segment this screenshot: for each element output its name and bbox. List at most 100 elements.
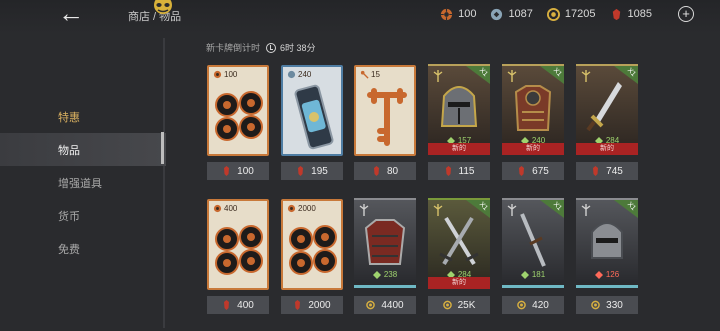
steel-pack-card[interactable]: 400 bbox=[207, 199, 269, 290]
helmet-icon bbox=[591, 222, 623, 259]
card-quantity: 400 bbox=[213, 204, 237, 213]
ruby-icon bbox=[295, 300, 301, 310]
price-value: 195 bbox=[311, 165, 328, 177]
sidebar-item-boosts[interactable]: 增强道具 bbox=[0, 166, 166, 199]
chest-armor-hero-card[interactable]: 238 bbox=[354, 198, 416, 282]
currency-gold: 17205 bbox=[546, 7, 596, 21]
greatsword-hero-card[interactable]: X1 181 bbox=[502, 198, 564, 282]
price-button[interactable]: 420 bbox=[502, 296, 564, 314]
ruby-icon bbox=[593, 166, 599, 176]
top-bar: ← 商店 / 物品 100 1087 17205 1085 + bbox=[0, 0, 720, 34]
helmet-icon bbox=[440, 86, 478, 127]
price-button[interactable]: 195 bbox=[281, 162, 343, 180]
progress-bar bbox=[502, 285, 564, 288]
price-value: 400 bbox=[237, 299, 254, 311]
price-value: 115 bbox=[458, 165, 475, 177]
currency-steel: 100 bbox=[440, 8, 476, 21]
currency-bar: 100 1087 17205 1085 + bbox=[430, 6, 694, 22]
currency-steel-value: 100 bbox=[458, 8, 477, 20]
sword-hero-card[interactable]: X1 284 bbox=[576, 64, 638, 148]
hero-power-value: 238 bbox=[383, 270, 398, 279]
price-button[interactable]: 4400 bbox=[354, 296, 416, 314]
armor-icon bbox=[514, 85, 552, 131]
card-quantity: 100 bbox=[213, 70, 237, 79]
power-gem-icon bbox=[372, 270, 381, 279]
progress-bar bbox=[354, 285, 416, 288]
hero-power-value: 181 bbox=[531, 270, 546, 279]
helmet-hero-card[interactable]: X1 157 bbox=[428, 64, 490, 148]
timer-value-wrap: 6时 38分 bbox=[266, 41, 316, 54]
sidebar-item-deals[interactable]: 特惠 bbox=[0, 100, 166, 133]
ruby-icon bbox=[298, 166, 304, 176]
price-button[interactable]: 80 bbox=[354, 162, 416, 180]
sidebar-active-marker bbox=[161, 132, 164, 164]
hero-power: 181 bbox=[502, 270, 564, 279]
currency-gold-value: 17205 bbox=[564, 8, 596, 20]
steel-coin-icon bbox=[441, 8, 453, 20]
card-timer: 新卡牌倒计时 6时 38分 bbox=[206, 41, 316, 54]
gold-coin-icon bbox=[591, 300, 600, 310]
price-button[interactable]: 400 bbox=[207, 296, 269, 314]
new-badge: 新的 bbox=[576, 143, 638, 155]
price-value: 100 bbox=[237, 165, 254, 177]
card-quantity-value: 100 bbox=[224, 70, 238, 79]
price-value: 80 bbox=[386, 165, 399, 177]
currency-tech: 1087 bbox=[490, 8, 533, 21]
chest-armor-icon bbox=[364, 219, 406, 265]
sidebar: 特惠 物品 增强道具 货币 免费 bbox=[0, 100, 166, 265]
steel-coins-icon bbox=[289, 225, 337, 275]
price-button[interactable]: 330 bbox=[576, 296, 638, 314]
progress-bar bbox=[576, 285, 638, 288]
tech-capsule-card[interactable]: 240 bbox=[281, 65, 343, 156]
steel-coins-icon bbox=[215, 225, 263, 275]
currency-tech-value: 1087 bbox=[508, 8, 533, 20]
sword-icon bbox=[586, 82, 622, 132]
steel-coin-icon bbox=[213, 204, 222, 213]
price-button[interactable]: 745 bbox=[576, 162, 638, 180]
steel-coins-icon bbox=[215, 91, 263, 141]
price-value: 675 bbox=[532, 165, 549, 177]
ruby-icon bbox=[224, 166, 230, 176]
sidebar-item-items[interactable]: 物品 bbox=[0, 133, 166, 166]
power-gem-icon bbox=[594, 270, 603, 279]
price-button[interactable]: 115 bbox=[428, 162, 490, 180]
card-quantity: 15 bbox=[360, 70, 380, 79]
price-button[interactable]: 100 bbox=[207, 162, 269, 180]
capsule-icon bbox=[294, 84, 334, 150]
steel-pack-card[interactable]: 2000 bbox=[281, 199, 343, 290]
price-button[interactable]: 675 bbox=[502, 162, 564, 180]
price-button[interactable]: 2000 bbox=[281, 296, 343, 314]
add-currency-button[interactable]: + bbox=[678, 6, 694, 22]
new-badge: 新的 bbox=[428, 143, 490, 155]
gold-coin-icon bbox=[442, 300, 452, 310]
tech-gem-icon bbox=[491, 8, 503, 20]
price-value: 420 bbox=[532, 299, 549, 311]
key-card[interactable]: 15 bbox=[354, 65, 416, 156]
hero-power: 126 bbox=[576, 270, 638, 279]
clock-icon bbox=[266, 42, 277, 53]
sidebar-item-free[interactable]: 免费 bbox=[0, 232, 166, 265]
card-quantity-value: 15 bbox=[371, 70, 380, 79]
dual-swords-icon bbox=[439, 216, 479, 266]
ruby-icon bbox=[224, 300, 230, 310]
price-button[interactable]: 25K bbox=[428, 296, 490, 314]
ruby-icon bbox=[519, 166, 525, 176]
gold-coin-icon bbox=[546, 7, 560, 21]
sidebar-item-currency[interactable]: 货币 bbox=[0, 199, 166, 232]
hero-power: 238 bbox=[354, 270, 416, 279]
armor-hero-card[interactable]: X1 240 bbox=[502, 64, 564, 148]
grey-helmet-hero-card[interactable]: X1 126 bbox=[576, 198, 638, 282]
steel-coin-icon bbox=[213, 70, 222, 79]
dual-swords-hero-card[interactable]: X1 284 bbox=[428, 198, 490, 282]
price-value: 4400 bbox=[381, 299, 404, 311]
ruby-icon bbox=[612, 8, 620, 20]
price-value: 25K bbox=[457, 299, 476, 311]
price-value: 745 bbox=[606, 165, 623, 177]
back-arrow-icon[interactable]: ← bbox=[58, 0, 86, 26]
tech-gem-icon bbox=[287, 70, 296, 79]
ruby-icon bbox=[373, 166, 379, 176]
gold-coin-icon bbox=[366, 300, 376, 310]
steel-pack-card[interactable]: 100 bbox=[207, 65, 269, 156]
timer-label: 新卡牌倒计时 bbox=[206, 43, 261, 53]
steel-coin-icon bbox=[287, 204, 296, 213]
